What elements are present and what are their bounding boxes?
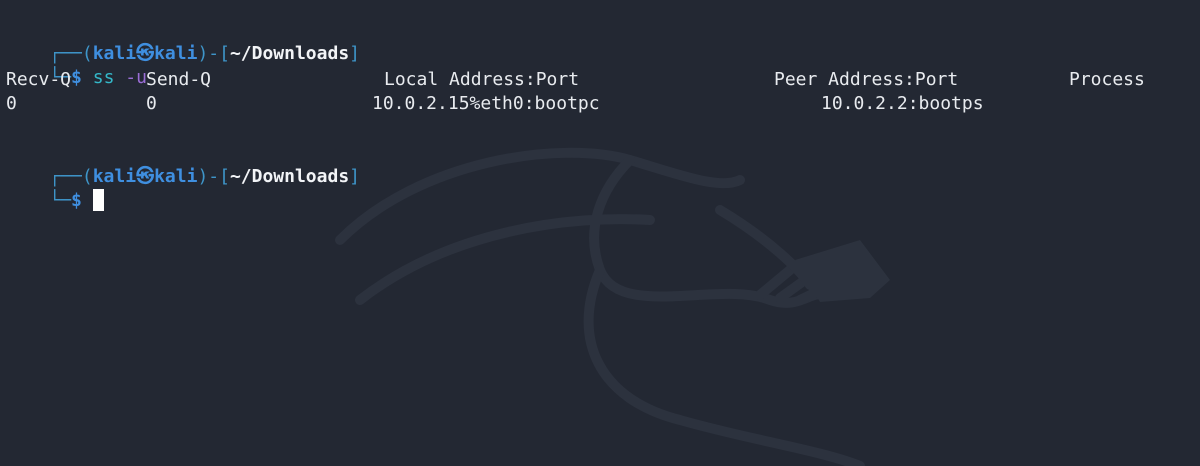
cell-peer-address: 10.0.2.2:bootps [821,93,984,114]
prompt-path: ~/Downloads [229,166,350,187]
prompt-close: ] [349,43,361,64]
prompt-close: ] [349,166,361,187]
prompt-line-1: ┌──(kali㉿kali)-[~/Downloads] [6,18,360,64]
prompt-corner: └─ [49,190,72,211]
header-sendq: Send-Q [146,69,212,90]
cell-sendq: 0 [146,93,157,114]
prompt-separator-icon: ㉿ [136,166,155,187]
prompt-host: kali [154,166,198,187]
header-recvq: Recv-Q [6,69,72,90]
kali-dragon-watermark-icon [335,147,890,466]
terminal-window[interactable]: ┌──(kali㉿kali)-[~/Downloads] └─$ ss -u R… [0,0,1200,466]
prompt-path: ~/Downloads [229,43,350,64]
command-flag: -u [125,67,147,88]
command-name: ss [92,67,115,88]
command-line-1: └─$ ss -u [6,42,147,88]
text-cursor[interactable] [92,189,104,211]
prompt-mid: )-[ [197,166,230,187]
header-local-address: Local Address:Port [384,69,580,90]
cell-recvq: 0 [6,93,17,114]
cell-local-address: 10.0.2.15%eth0:bootpc [372,93,600,114]
prompt-mid: )-[ [197,43,230,64]
header-process: Process [1069,69,1145,90]
prompt-dollar: $ [71,67,82,88]
prompt-line-2: ┌──(kali㉿kali)-[~/Downloads] [6,141,360,187]
command-line-2[interactable]: └─$ [6,165,104,211]
prompt-host: kali [154,43,198,64]
header-peer-address: Peer Address:Port [774,69,959,90]
prompt-dollar: $ [71,190,82,211]
